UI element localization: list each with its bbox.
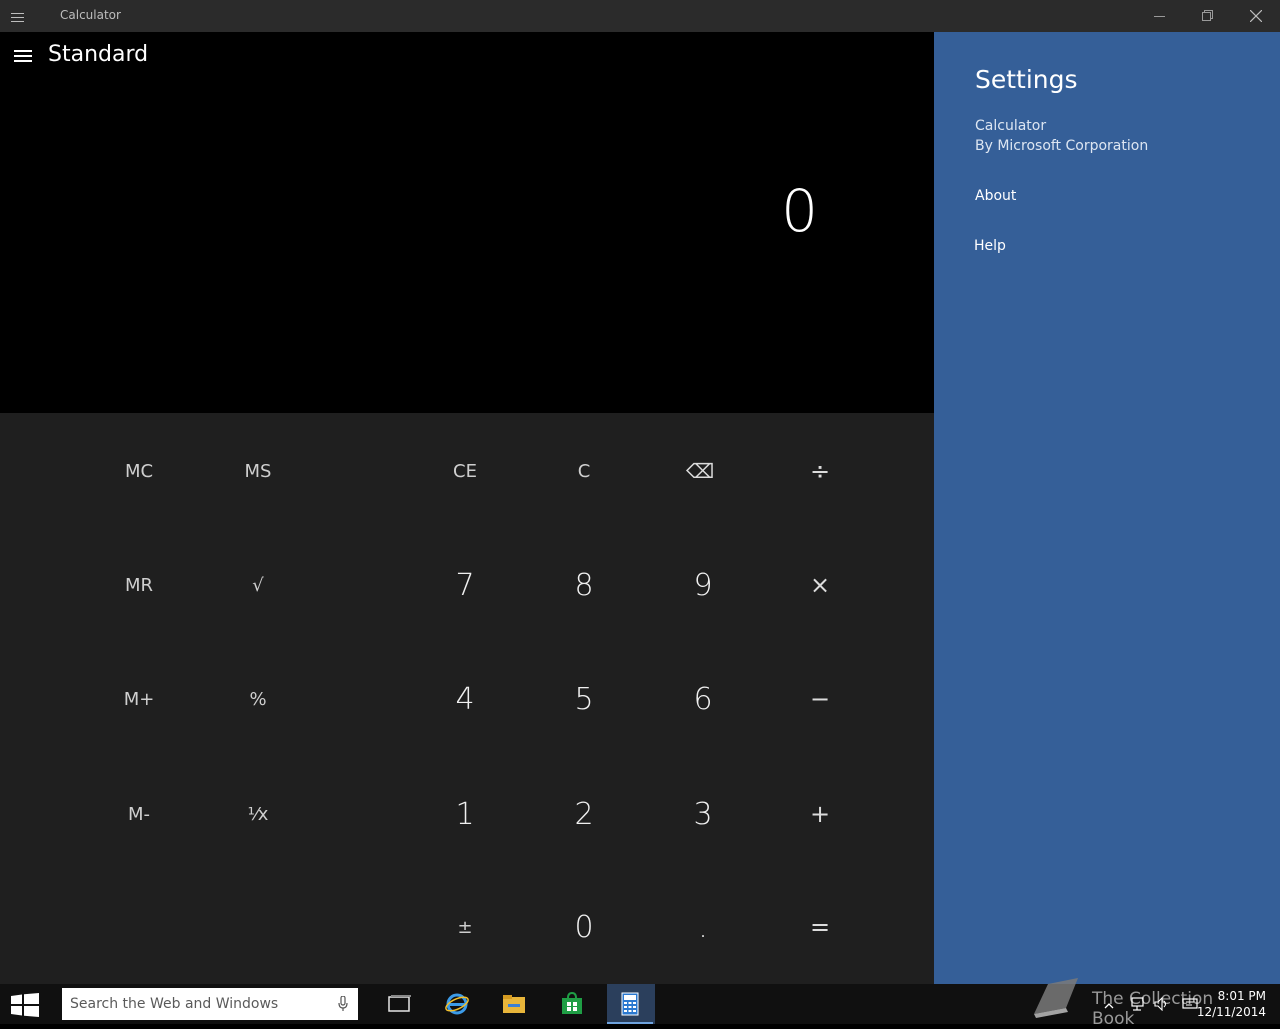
backspace-button[interactable]: ⌫ (645, 421, 755, 521)
clock-time: 8:01 PM (1217, 989, 1266, 1003)
start-button[interactable] (0, 984, 50, 1024)
title-menu-button[interactable] (11, 9, 37, 23)
digit-1-button[interactable]: 1 (410, 764, 520, 864)
microphone-icon[interactable] (338, 996, 348, 1012)
reciprocal-button[interactable]: ⅟x (203, 764, 313, 864)
digit-3-button[interactable]: 3 (648, 764, 758, 864)
memory-recall-button[interactable]: MR (84, 535, 194, 635)
restore-button[interactable] (1184, 0, 1232, 32)
file-explorer-button[interactable] (491, 984, 537, 1024)
show-hidden-icons-button[interactable] (1104, 996, 1114, 1015)
clock-date: 12/11/2014 (1196, 1005, 1266, 1019)
chevron-up-icon (1104, 1003, 1114, 1009)
store-button[interactable] (549, 984, 595, 1024)
hamburger-icon (11, 13, 24, 22)
title-bar: Calculator (0, 0, 1280, 32)
add-button[interactable]: + (765, 764, 875, 864)
windows-logo-icon (11, 993, 39, 1017)
minimize-button[interactable] (1136, 0, 1184, 32)
keypad: MC MS CE C ⌫ ÷ MR √ 7 8 9 × M+ % 4 5 6 −… (0, 413, 934, 984)
about-link[interactable]: About (975, 188, 1016, 204)
book-icon (1034, 978, 1078, 1018)
action-center-button[interactable] (1182, 996, 1198, 1015)
settings-publisher: By Microsoft Corporation (975, 138, 1149, 154)
internet-explorer-icon (445, 993, 469, 1015)
taskbar-search-box[interactable]: Search the Web and Windows (62, 988, 358, 1020)
calculator-panel: Standard 0 MC MS CE C ⌫ ÷ MR √ 7 8 9 × M… (0, 32, 934, 984)
square-root-button[interactable]: √ (203, 535, 313, 635)
calculator-taskbar-button[interactable] (607, 984, 655, 1024)
clock[interactable]: 8:01 PM 12/11/2014 (1197, 988, 1266, 1020)
digit-4-button[interactable]: 4 (410, 649, 520, 749)
restore-icon (1202, 10, 1213, 21)
memory-subtract-button[interactable]: M- (84, 764, 194, 864)
memory-store-button[interactable]: MS (203, 421, 313, 521)
task-view-button[interactable] (376, 984, 422, 1024)
volume-button[interactable] (1154, 996, 1170, 1015)
minimize-icon (1154, 16, 1165, 17)
percent-button[interactable]: % (203, 649, 313, 749)
speaker-icon (1154, 996, 1167, 1012)
digit-7-button[interactable]: 7 (410, 535, 520, 635)
mode-title: Standard (48, 42, 149, 67)
equals-button[interactable]: = (765, 877, 875, 977)
settings-app-name: Calculator (975, 118, 1047, 134)
network-icon (1131, 997, 1144, 1011)
file-explorer-icon (503, 995, 525, 1013)
internet-explorer-button[interactable] (434, 984, 480, 1024)
clear-entry-button[interactable]: CE (410, 421, 520, 521)
digit-0-button[interactable]: 0 (529, 877, 639, 977)
result-display: 0 (781, 177, 818, 245)
digit-8-button[interactable]: 8 (529, 535, 639, 635)
divide-button[interactable]: ÷ (765, 421, 875, 521)
task-view-icon (388, 995, 411, 1012)
window-title: Calculator (60, 8, 121, 22)
digit-5-button[interactable]: 5 (529, 649, 639, 749)
close-button[interactable] (1232, 0, 1280, 32)
close-icon (1250, 10, 1262, 22)
calculator-icon (621, 992, 639, 1016)
settings-pane: Settings Calculator By Microsoft Corpora… (934, 32, 1280, 984)
digit-6-button[interactable]: 6 (648, 649, 758, 749)
subtract-button[interactable]: − (765, 649, 875, 749)
hamburger-icon (14, 50, 32, 62)
taskbar: Search the Web and Windows The Collectio… (0, 978, 1280, 1029)
memory-clear-button[interactable]: MC (84, 421, 194, 521)
digit-9-button[interactable]: 9 (648, 535, 758, 635)
help-link[interactable]: Help (974, 238, 1006, 254)
search-placeholder: Search the Web and Windows (70, 996, 279, 1012)
digit-2-button[interactable]: 2 (529, 764, 639, 864)
notifications-icon (1182, 998, 1198, 1009)
decimal-button[interactable]: . (648, 877, 758, 977)
store-icon (562, 992, 582, 1014)
mode-menu-button[interactable] (14, 48, 34, 64)
network-button[interactable] (1130, 996, 1146, 1015)
multiply-button[interactable]: × (765, 535, 875, 635)
negate-button[interactable]: ± (410, 877, 520, 977)
clear-button[interactable]: C (529, 421, 639, 521)
memory-add-button[interactable]: M+ (84, 649, 194, 749)
settings-title: Settings (975, 65, 1078, 94)
mode-bar: Standard (0, 32, 934, 82)
